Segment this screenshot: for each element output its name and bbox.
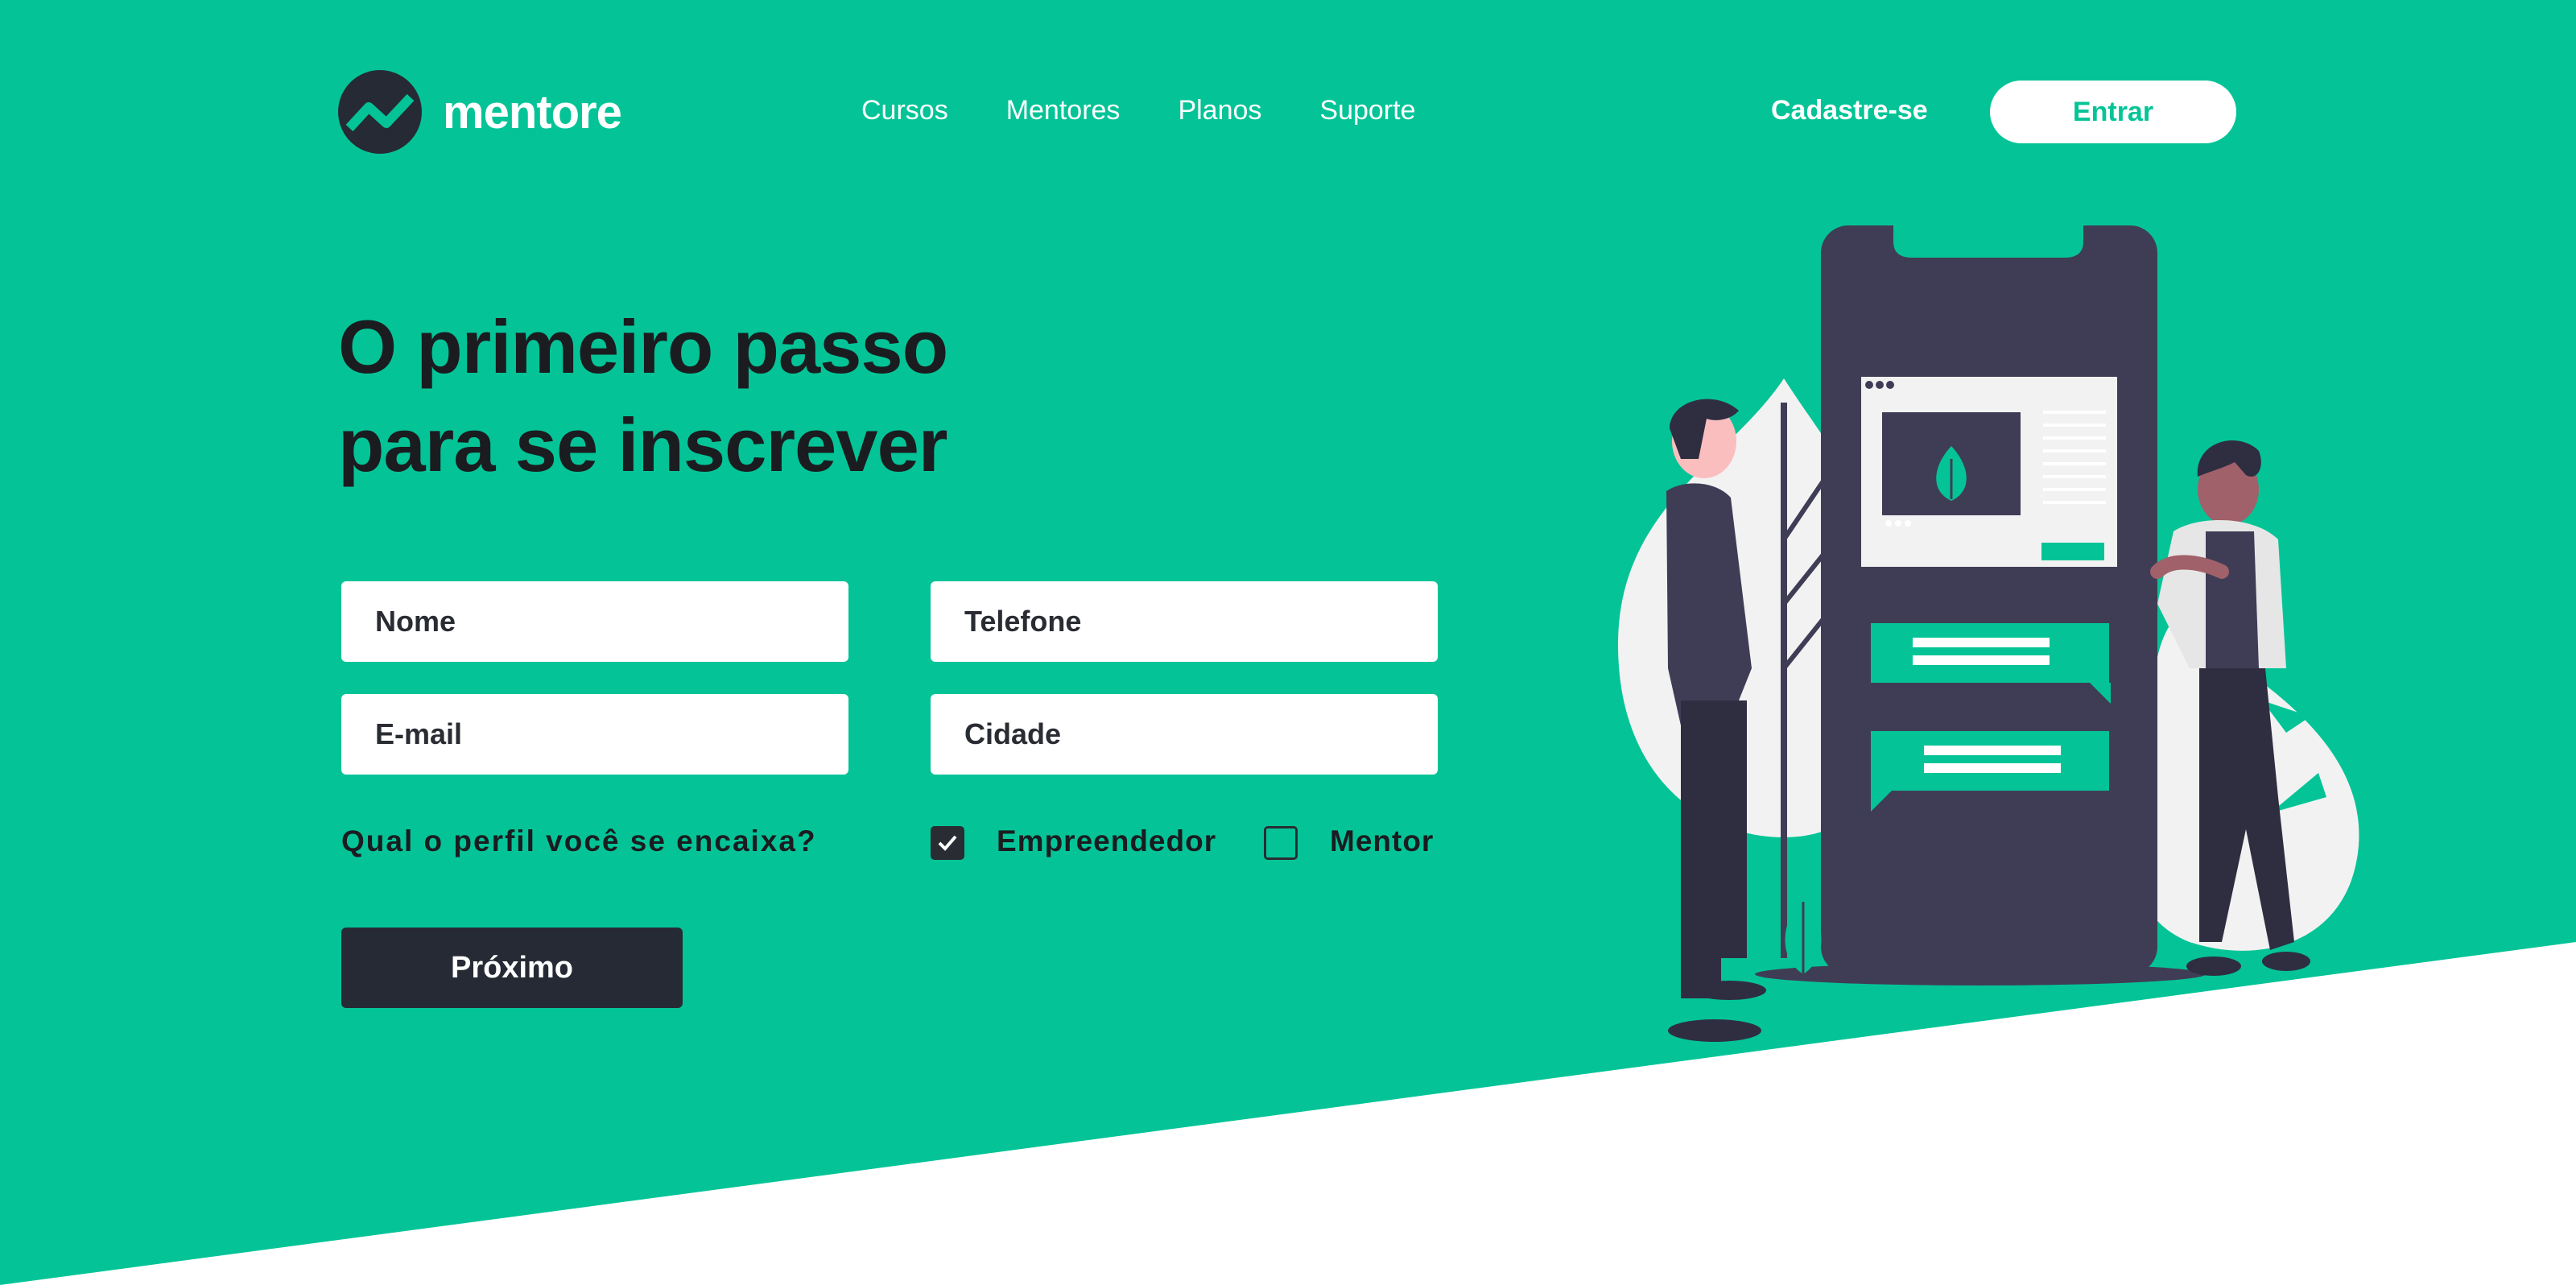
nav-item-suporte[interactable]: Suporte (1319, 89, 1415, 132)
checkbox-label-empreendedor[interactable]: Empreendedor (997, 824, 1216, 858)
brand-logo[interactable]: mentore (338, 69, 622, 155)
trend-chart-icon (338, 70, 422, 154)
name-input[interactable] (374, 604, 816, 639)
next-button[interactable]: Próximo (341, 928, 683, 1008)
signup-link[interactable]: Cadastre-se (1771, 89, 1928, 132)
page-title-line-2: para se inscrever (338, 403, 947, 487)
phone-input[interactable] (963, 604, 1406, 639)
phone-mockup (1821, 225, 2157, 974)
hero-illustration (1618, 225, 2359, 1042)
city-field[interactable] (931, 694, 1438, 775)
checkbox-label-mentor[interactable]: Mentor (1330, 824, 1434, 858)
name-field[interactable] (341, 581, 848, 662)
email-input[interactable] (374, 717, 816, 752)
brand-name: mentore (443, 85, 622, 138)
email-field[interactable] (341, 694, 848, 775)
checkbox-empreendedor[interactable] (931, 826, 964, 860)
login-button[interactable]: Entrar (1990, 81, 2236, 143)
page-title: O primeiro passo para se inscrever (338, 298, 1143, 494)
nav-item-planos[interactable]: Planos (1178, 89, 1261, 132)
main-nav: Cursos Mentores Planos Suporte (861, 89, 1474, 132)
phone-field[interactable] (931, 581, 1438, 662)
nav-item-cursos[interactable]: Cursos (861, 89, 948, 132)
nav-item-mentores[interactable]: Mentores (1006, 89, 1121, 132)
check-icon (938, 835, 957, 851)
checkbox-mentor[interactable] (1264, 826, 1298, 860)
city-input[interactable] (963, 717, 1406, 752)
page-title-line-1: O primeiro passo (338, 304, 948, 389)
profile-question: Qual o perfil você se encaixa? (341, 824, 817, 857)
small-plant (1785, 894, 1822, 974)
